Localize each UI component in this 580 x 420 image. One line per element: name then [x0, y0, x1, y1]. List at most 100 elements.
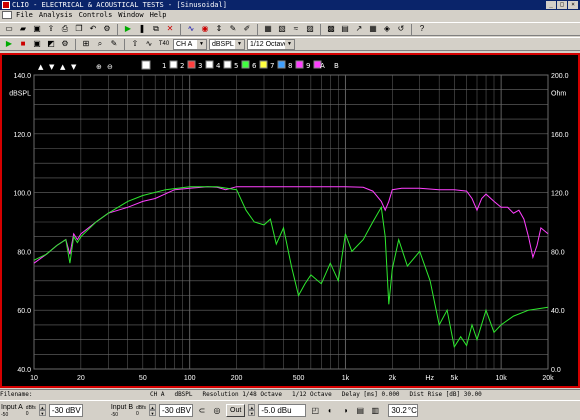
- new-icon[interactable]: ▭: [3, 24, 15, 35]
- stop-icon[interactable]: ■: [17, 39, 29, 50]
- mute-icon[interactable]: ◑: [339, 405, 351, 416]
- multimeter-icon[interactable]: ▤: [354, 405, 366, 416]
- undo-icon[interactable]: ↶: [87, 24, 99, 35]
- load-icon[interactable]: ⇧: [129, 39, 141, 50]
- phantom-icon[interactable]: ◎: [211, 405, 223, 416]
- rta-icon[interactable]: ▤: [339, 24, 351, 35]
- menu-controls[interactable]: Controls: [79, 10, 113, 21]
- menu-help[interactable]: Help: [150, 10, 167, 21]
- print-icon[interactable]: ⎙: [59, 24, 71, 35]
- overlay-color-swatch[interactable]: [259, 60, 268, 69]
- auto-icon[interactable]: ◩: [45, 39, 57, 50]
- y-tick-label-right: 40.0: [551, 308, 565, 315]
- overlay-number-6[interactable]: 6: [252, 62, 257, 70]
- grid-icon[interactable]: ▦: [367, 24, 379, 35]
- signal-icon[interactable]: ∿: [185, 24, 197, 35]
- out-button[interactable]: Out: [226, 404, 246, 417]
- down-arrow-icon[interactable]: ▼: [248, 410, 256, 416]
- reset-icon[interactable]: ↺: [395, 24, 407, 35]
- overlay-control-button[interactable]: ⊕: [96, 63, 102, 71]
- overlay-color-swatch[interactable]: [241, 60, 250, 69]
- overlay-number-8[interactable]: 8: [288, 62, 292, 70]
- smoothing-select[interactable]: 1/12 Octave ▼: [247, 38, 295, 50]
- overlay-main-checkbox[interactable]: [141, 60, 151, 70]
- overlay-number-7[interactable]: 7: [270, 62, 274, 70]
- mlsb-icon[interactable]: ▩: [325, 24, 337, 35]
- fft-icon[interactable]: ▦: [262, 24, 274, 35]
- maximize-button[interactable]: □: [557, 1, 567, 9]
- magnify-icon[interactable]: ⌕: [94, 39, 106, 50]
- chevron-down-icon: ▼: [197, 39, 206, 49]
- scale-icon[interactable]: ⇕: [213, 24, 225, 35]
- input-a-stepper[interactable]: ▲ ▼: [38, 404, 46, 417]
- overlay-color-swatch[interactable]: [223, 60, 232, 69]
- input-a-level-field[interactable]: -30 dBV: [48, 404, 83, 417]
- menu-file[interactable]: File: [16, 10, 33, 21]
- overlay-color-swatch[interactable]: [187, 60, 196, 69]
- menu-analysis[interactable]: Analysis: [39, 10, 73, 21]
- cal-icon[interactable]: ◈: [381, 24, 393, 35]
- down-arrow-icon[interactable]: ▼: [149, 410, 157, 416]
- overlay-number-9[interactable]: 9: [306, 62, 310, 70]
- tool-icon[interactable]: ✎: [227, 24, 239, 35]
- overlay-control-button[interactable]: ▼: [71, 63, 77, 71]
- wf-icon[interactable]: ▨: [304, 24, 316, 35]
- out-stepper[interactable]: ▲ ▼: [248, 404, 256, 417]
- overlay-number-1[interactable]: 1: [162, 62, 166, 70]
- overlay-number-3[interactable]: 3: [198, 62, 202, 70]
- overlay-control-button[interactable]: ⊖: [107, 63, 113, 71]
- output-level-field[interactable]: -5.0 dBu: [258, 404, 307, 417]
- y-tick-label-left: 80.0: [17, 249, 31, 256]
- overlay-color-swatch[interactable]: [277, 60, 286, 69]
- channel-select[interactable]: CH A ▼: [173, 38, 207, 50]
- app-icon: [2, 1, 10, 9]
- save-icon[interactable]: ▣: [31, 24, 43, 35]
- down-arrow-icon[interactable]: ▼: [38, 410, 46, 416]
- frequency-response-graph[interactable]: 140.0120.0100.080.060.040.0200.0160.0120…: [2, 55, 578, 386]
- overlay-number-5[interactable]: 5: [234, 62, 238, 70]
- marker-icon[interactable]: ✎: [108, 39, 120, 50]
- x-tick-label: 2k: [389, 375, 397, 382]
- overlay-control-button[interactable]: ▼: [49, 63, 55, 71]
- overlay-number-2[interactable]: 2: [180, 62, 184, 70]
- settings-icon[interactable]: ⚙: [59, 39, 71, 50]
- settings-icon[interactable]: ⚙: [101, 24, 113, 35]
- sine-icon[interactable]: ≈: [290, 24, 302, 35]
- overlay-number-4[interactable]: 4: [216, 62, 221, 70]
- minimize-button[interactable]: _: [546, 1, 556, 9]
- help-icon[interactable]: ?: [416, 24, 428, 35]
- generator-icon[interactable]: ◰: [309, 405, 321, 416]
- input-b-stepper[interactable]: ▲ ▼: [149, 404, 157, 417]
- overlay-control-button[interactable]: ▲: [60, 63, 66, 71]
- smooth-icon[interactable]: ∿: [143, 39, 155, 50]
- mic-icon[interactable]: ◉: [199, 24, 211, 35]
- ac-icon[interactable]: ◐: [324, 405, 336, 416]
- overlay-color-swatch[interactable]: [295, 60, 304, 69]
- units-select[interactable]: dBSPL ▼: [209, 38, 245, 50]
- delete-icon[interactable]: ✕: [164, 24, 176, 35]
- mls-icon[interactable]: ▧: [276, 24, 288, 35]
- zoom-icon[interactable]: ⊞: [80, 39, 92, 50]
- pause-icon[interactable]: ❚: [136, 24, 148, 35]
- copy-icon[interactable]: ❐: [73, 24, 85, 35]
- qc-icon[interactable]: ▥: [369, 405, 381, 416]
- go-icon[interactable]: ▶: [122, 24, 134, 35]
- overlay-control-button[interactable]: ▲: [38, 63, 44, 71]
- overlay-number-B[interactable]: B: [334, 62, 339, 70]
- open-icon[interactable]: ▰: [17, 24, 29, 35]
- copy2-icon[interactable]: ⧉: [150, 24, 162, 35]
- overlay-color-swatch[interactable]: [169, 60, 178, 69]
- input-b-level-field[interactable]: -30 dBV: [159, 404, 194, 417]
- close-button[interactable]: ×: [568, 1, 578, 9]
- export-icon[interactable]: ⇪: [45, 24, 57, 35]
- menu-window[interactable]: Window: [118, 10, 143, 21]
- capture-icon[interactable]: ▣: [31, 39, 43, 50]
- overlay-color-swatch[interactable]: [205, 60, 214, 69]
- overlay-number-A[interactable]: A: [320, 62, 325, 70]
- go-icon[interactable]: ▶: [3, 39, 15, 50]
- t40-button[interactable]: T40: [157, 39, 171, 50]
- loopback-icon[interactable]: ⊂: [196, 405, 208, 416]
- tool2-icon[interactable]: ✐: [241, 24, 253, 35]
- sweep-icon[interactable]: ↗: [353, 24, 365, 35]
- status-dist-rise: Dist Rise [dB] 30.00: [409, 391, 482, 398]
